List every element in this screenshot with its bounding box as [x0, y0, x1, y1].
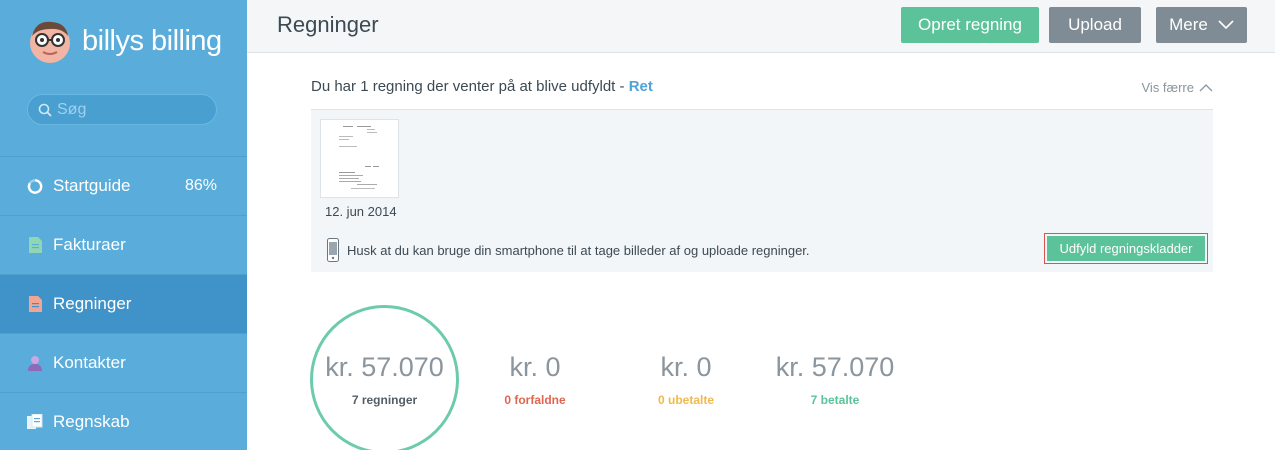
sidebar: billys billing Startguide 86% Fakturaer: [0, 0, 247, 450]
smartphone-tip: Husk at du kan bruge din smartphone til …: [327, 238, 810, 262]
show-less-toggle[interactable]: Vis færre: [1142, 80, 1214, 95]
create-bill-button[interactable]: Opret regning: [901, 7, 1039, 43]
page-title: Regninger: [277, 12, 379, 37]
bill-date: 12. jun 2014: [325, 204, 397, 219]
stat-paid-amount: kr. 57.070: [775, 352, 895, 382]
chevron-down-icon: [1218, 20, 1234, 30]
pending-separator: -: [615, 78, 629, 95]
smartphone-tip-text: Husk at du kan bruge din smartphone til …: [347, 242, 810, 258]
sidebar-item-kontakter[interactable]: Kontakter: [0, 333, 247, 392]
progress-ring-icon: [27, 177, 43, 195]
stat-unpaid-label: 0 ubetalte: [657, 393, 714, 407]
edit-pending-link[interactable]: Ret: [629, 78, 653, 95]
billy-logo-icon: [30, 21, 70, 63]
search-icon: [38, 103, 52, 117]
search-input[interactable]: [57, 100, 207, 119]
sidebar-item-label: Regninger: [53, 294, 132, 313]
stat-total[interactable]: kr. 57.070 7 regninger: [310, 352, 459, 407]
smartphone-icon: [327, 238, 339, 262]
more-label: Mere: [1169, 15, 1208, 34]
upload-button[interactable]: Upload: [1049, 7, 1141, 43]
show-less-label: Vis færre: [1141, 80, 1195, 95]
sidebar-item-label: Startguide: [53, 176, 131, 195]
sidebar-item-label: Kontakter: [53, 353, 126, 372]
bill-document-icon: [27, 295, 43, 313]
chevron-up-icon: [1199, 84, 1213, 92]
sidebar-item-label: Fakturaer: [53, 235, 126, 254]
more-button[interactable]: Mere: [1156, 7, 1247, 43]
sidebar-item-fakturaer[interactable]: Fakturaer: [0, 215, 247, 274]
document-preview-image: [339, 126, 379, 189]
sidebar-item-regnskab[interactable]: Regnskab: [0, 392, 247, 450]
ledger-icon: [27, 413, 43, 431]
bill-thumbnail[interactable]: [320, 119, 399, 198]
fill-drafts-button[interactable]: Udfyld regningskladder: [1044, 233, 1208, 264]
create-bill-label: Opret regning: [918, 15, 1022, 34]
startguide-percent: 86%: [184, 177, 217, 194]
stat-total-amount: kr. 57.070: [325, 352, 444, 382]
sidebar-item-regninger[interactable]: Regninger: [0, 274, 247, 333]
stat-overdue[interactable]: kr. 0 0 forfaldne: [480, 352, 590, 407]
invoice-document-icon: [27, 236, 43, 254]
stat-overdue-label: 0 forfaldne: [504, 393, 566, 407]
stat-total-label: 7 regninger: [351, 393, 418, 407]
search-box[interactable]: [27, 94, 217, 125]
sidebar-item-startguide[interactable]: Startguide 86%: [0, 156, 247, 215]
pending-bills-panel: 12. jun 2014 Husk at du kan bruge din sm…: [311, 110, 1213, 272]
pending-bills-header: Du har 1 regning der venter på at blive …: [311, 76, 1213, 110]
brand[interactable]: billys billing: [28, 18, 222, 64]
brand-name: billys billing: [82, 24, 222, 57]
stat-overdue-amount: kr. 0: [509, 352, 561, 382]
sidebar-item-label: Regnskab: [53, 412, 130, 431]
fill-drafts-label: Udfyld regningskladder: [1047, 236, 1205, 261]
sidebar-nav: Startguide 86% Fakturaer Regninger Konta…: [0, 156, 247, 450]
pending-message: Du har 1 regning der venter på at blive …: [311, 78, 653, 95]
stat-unpaid-amount: kr. 0: [660, 352, 712, 382]
person-icon: [27, 354, 43, 372]
stat-unpaid[interactable]: kr. 0 0 ubetalte: [631, 352, 741, 407]
pending-message-text: Du har 1 regning der venter på at blive …: [311, 78, 616, 95]
upload-label: Upload: [1068, 15, 1122, 34]
page-header: Regninger Opret regning Upload Mere: [247, 0, 1275, 53]
stat-paid[interactable]: kr. 57.070 7 betalte: [770, 352, 900, 407]
stat-paid-label: 7 betalte: [810, 393, 860, 407]
